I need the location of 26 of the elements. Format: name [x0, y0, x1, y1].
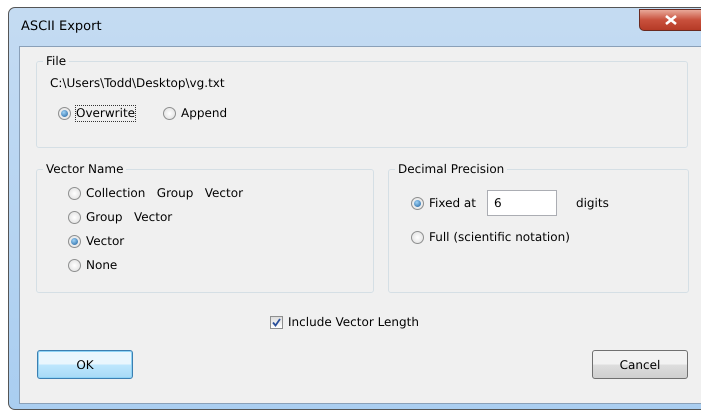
unit-label: digits — [576, 196, 609, 210]
close-button[interactable] — [639, 9, 701, 31]
radio-button[interactable] — [68, 235, 81, 248]
radio-button[interactable] — [411, 231, 424, 244]
checkbox-label: Include Vector Length — [288, 315, 419, 330]
ok-button[interactable]: OK — [37, 350, 133, 379]
radio-button[interactable] — [411, 196, 424, 210]
option-label: Fixed at — [429, 196, 476, 210]
window-title: ASCII Export — [21, 18, 102, 36]
option-label: Full (scientific notation) — [429, 230, 570, 245]
cancel-button[interactable]: Cancel — [592, 350, 688, 379]
radio-button[interactable] — [68, 259, 81, 272]
radio-button[interactable] — [58, 107, 71, 120]
option-label: None — [86, 258, 118, 273]
radio-button[interactable] — [163, 107, 176, 120]
radio-button[interactable] — [68, 211, 81, 224]
digits-field[interactable]: 6 — [486, 190, 557, 216]
option-label: Append — [181, 106, 228, 121]
radio-button[interactable] — [68, 187, 81, 200]
close-icon — [664, 15, 676, 25]
file-path: C:\Users\Todd\Desktop\vg.txt — [50, 76, 225, 90]
option-label: Overwrite — [76, 106, 136, 121]
option-label: Vector — [86, 234, 124, 249]
option-label: Group Vector — [86, 210, 172, 225]
option-label: Collection Group Vector — [86, 186, 244, 201]
checkbox[interactable] — [270, 316, 284, 329]
